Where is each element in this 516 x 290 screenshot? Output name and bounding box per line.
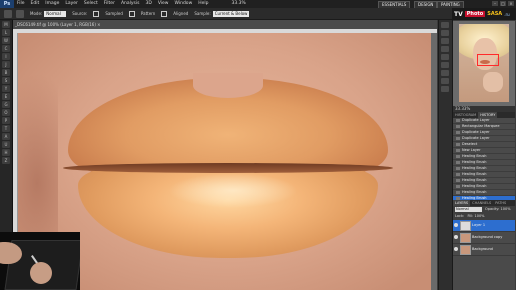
layer-name: Layer 1	[472, 223, 486, 227]
source-label: Source:	[72, 11, 88, 16]
options-bar: Mode: Normal Source: Sampled Pattern Ali…	[0, 8, 516, 20]
sample-label: Sample:	[194, 11, 211, 16]
menu-select[interactable]: Select	[81, 0, 101, 8]
layer-row-selected[interactable]: Layer 1	[453, 220, 515, 232]
logo-ru: .ru	[504, 11, 510, 17]
layer-thumbnail	[460, 221, 471, 231]
close-button[interactable]: ×	[508, 1, 514, 6]
shape-tool-icon[interactable]: U	[2, 141, 10, 148]
panel-clone-source-icon[interactable]	[441, 70, 449, 76]
menu-file[interactable]: File	[14, 0, 28, 8]
aligned-checkbox[interactable]	[161, 10, 168, 17]
healing-brush-icon[interactable]	[4, 9, 12, 18]
marquee-tool-icon[interactable]: M	[2, 21, 10, 28]
source-pattern-radio[interactable]	[128, 10, 135, 17]
dodge-tool-icon[interactable]: O	[2, 109, 10, 116]
crop-tool-icon[interactable]: C	[2, 45, 10, 52]
source-sampled-radio[interactable]	[93, 10, 100, 17]
aligned-label: Aligned	[173, 11, 189, 16]
visibility-eye-icon[interactable]	[454, 235, 458, 239]
minimize-button[interactable]: –	[492, 1, 498, 6]
collapsed-panels	[438, 20, 452, 290]
sample-select[interactable]: Current & Below	[212, 10, 250, 17]
tvphotosasa-logo: TV Photo SASA .ru	[452, 8, 516, 20]
panel-color-icon[interactable]	[441, 22, 449, 28]
panel-character-icon[interactable]	[441, 78, 449, 84]
right-hand	[30, 262, 52, 284]
layer-name: Background copy	[472, 235, 503, 239]
photoshop-logo: Ps	[0, 0, 14, 8]
opacity-control[interactable]: Opacity: 100%	[485, 207, 513, 212]
stamp-tool-icon[interactable]: S	[2, 77, 10, 84]
hand-tool-icon[interactable]: H	[2, 149, 10, 156]
thumbnail-hand	[483, 72, 503, 92]
pattern-label: Pattern	[140, 11, 156, 16]
navigator-view-box[interactable]	[477, 54, 499, 66]
logo-photo: Photo	[464, 11, 486, 17]
layer-thumbnail	[460, 245, 471, 255]
panel-masks-icon[interactable]	[441, 54, 449, 60]
layer-row[interactable]: Background copy	[453, 232, 515, 244]
document-tab[interactable]: _DSC6149.tif @ 100% (Layer 1, RGB/16) ×	[13, 20, 437, 29]
eyedropper-tool-icon[interactable]: I	[2, 53, 10, 60]
brush-tool-icon[interactable]: B	[2, 69, 10, 76]
mode-label: Mode:	[30, 11, 43, 16]
lock-label: Lock:	[455, 214, 465, 218]
cupids-bow	[193, 73, 263, 98]
history-list: Duplicate Layer Rectangular Marquee Dupl…	[453, 118, 515, 202]
magic-wand-tool-icon[interactable]: W	[2, 37, 10, 44]
source-sampled-label: Sampled	[105, 11, 123, 16]
layer-row[interactable]: Background	[453, 244, 515, 256]
panel-adjustments-icon[interactable]	[441, 46, 449, 52]
visibility-eye-icon[interactable]	[454, 223, 458, 227]
lasso-tool-icon[interactable]: L	[2, 29, 10, 36]
opacity-label: Opacity:	[485, 207, 500, 211]
gradient-tool-icon[interactable]: G	[2, 101, 10, 108]
webcam-overlay	[0, 232, 80, 290]
lock-row: Lock: Fill: 100%	[455, 214, 513, 219]
panel-styles-icon[interactable]	[441, 38, 449, 44]
navigator-thumbnail	[459, 24, 509, 102]
healing-tool-icon[interactable]: J	[2, 61, 10, 68]
layers-list: Layer 1 Background copy Background	[453, 220, 515, 290]
menu-analysis[interactable]: Analysis	[118, 0, 143, 8]
opacity-value[interactable]: 100%	[501, 207, 511, 211]
navigator-panel[interactable]	[453, 21, 515, 106]
type-tool-icon[interactable]: T	[2, 125, 10, 132]
document-title: _DSC6149.tif @ 100% (Layer 1, RGB/16) ×	[15, 22, 101, 27]
layer-thumbnail	[460, 233, 471, 243]
menu-filter[interactable]: Filter	[101, 0, 118, 8]
canvas-edge	[431, 33, 437, 290]
blend-mode-select[interactable]: Normal	[455, 207, 482, 212]
panel-paragraph-icon[interactable]	[441, 86, 449, 92]
lip-line	[63, 163, 393, 173]
maximize-button[interactable]: □	[500, 1, 506, 6]
menu-view[interactable]: View	[155, 0, 172, 8]
layer-name: Background	[472, 247, 493, 251]
zoom-tool-icon[interactable]: Z	[2, 157, 10, 164]
logo-tv: TV	[454, 10, 463, 18]
eraser-tool-icon[interactable]: E	[2, 93, 10, 100]
visibility-eye-icon[interactable]	[454, 247, 458, 251]
history-brush-tool-icon[interactable]: Y	[2, 85, 10, 92]
panel-brush-icon[interactable]	[441, 62, 449, 68]
menu-image[interactable]: Image	[42, 0, 62, 8]
fill-label: Fill:	[467, 214, 474, 218]
menu-layer[interactable]: Layer	[62, 0, 81, 8]
menu-help[interactable]: Help	[195, 0, 211, 8]
panel-swatches-icon[interactable]	[441, 30, 449, 36]
menu-3d[interactable]: 3D	[142, 0, 154, 8]
lip-highlight	[168, 173, 298, 208]
logo-sasa: SASA	[487, 11, 503, 17]
layers-options: Normal Opacity: 100% Lock: Fill: 100%	[453, 206, 515, 220]
pen-tool-icon[interactable]: P	[2, 117, 10, 124]
document-canvas[interactable]	[18, 33, 437, 290]
mode-select[interactable]: Normal	[44, 10, 67, 17]
fill-value[interactable]: 100%	[475, 214, 485, 218]
path-selection-tool-icon[interactable]: A	[2, 133, 10, 140]
brush-preset-icon[interactable]	[16, 9, 24, 18]
menu-window[interactable]: Window	[172, 0, 196, 8]
menu-edit[interactable]: Edit	[28, 0, 43, 8]
zoom-readout[interactable]: 33.3%	[232, 0, 246, 8]
